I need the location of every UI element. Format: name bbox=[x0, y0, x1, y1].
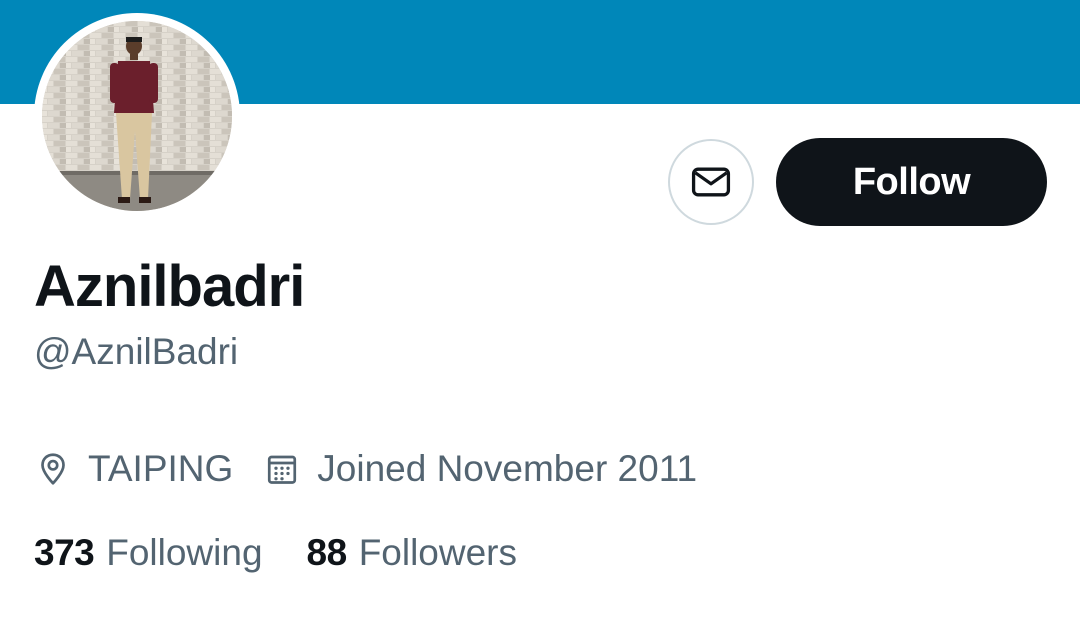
user-handle: @AznilBadri bbox=[34, 331, 239, 372]
followers-label: Followers bbox=[358, 532, 518, 573]
following-count: 373 bbox=[34, 532, 95, 573]
display-name: Aznilbadri bbox=[34, 254, 305, 319]
followers-count: 88 bbox=[306, 532, 348, 573]
joined-item: Joined November 2011 bbox=[263, 448, 697, 490]
follow-button[interactable]: Follow bbox=[776, 138, 1047, 226]
followers-link[interactable]: 88 Followers bbox=[307, 532, 517, 574]
follow-stats: 373 Following 88 Followers bbox=[34, 530, 517, 576]
envelope-icon bbox=[691, 167, 731, 197]
following-label: Following bbox=[106, 532, 263, 573]
joined-text: Joined November 2011 bbox=[317, 448, 698, 489]
location-text: TAIPING bbox=[88, 448, 234, 489]
location-pin-icon bbox=[34, 450, 72, 488]
profile-header: Follow Aznilbadri @AznilBadri TAIPING Jo… bbox=[0, 0, 1080, 627]
avatar[interactable] bbox=[42, 21, 232, 211]
message-button[interactable] bbox=[668, 139, 754, 225]
calendar-icon bbox=[263, 450, 301, 488]
profile-meta: TAIPING Joined November 2011 bbox=[34, 446, 697, 492]
location-item: TAIPING bbox=[34, 448, 233, 490]
avatar-photo bbox=[42, 21, 232, 211]
following-link[interactable]: 373 Following bbox=[34, 532, 263, 574]
avatar-ring bbox=[34, 13, 240, 219]
